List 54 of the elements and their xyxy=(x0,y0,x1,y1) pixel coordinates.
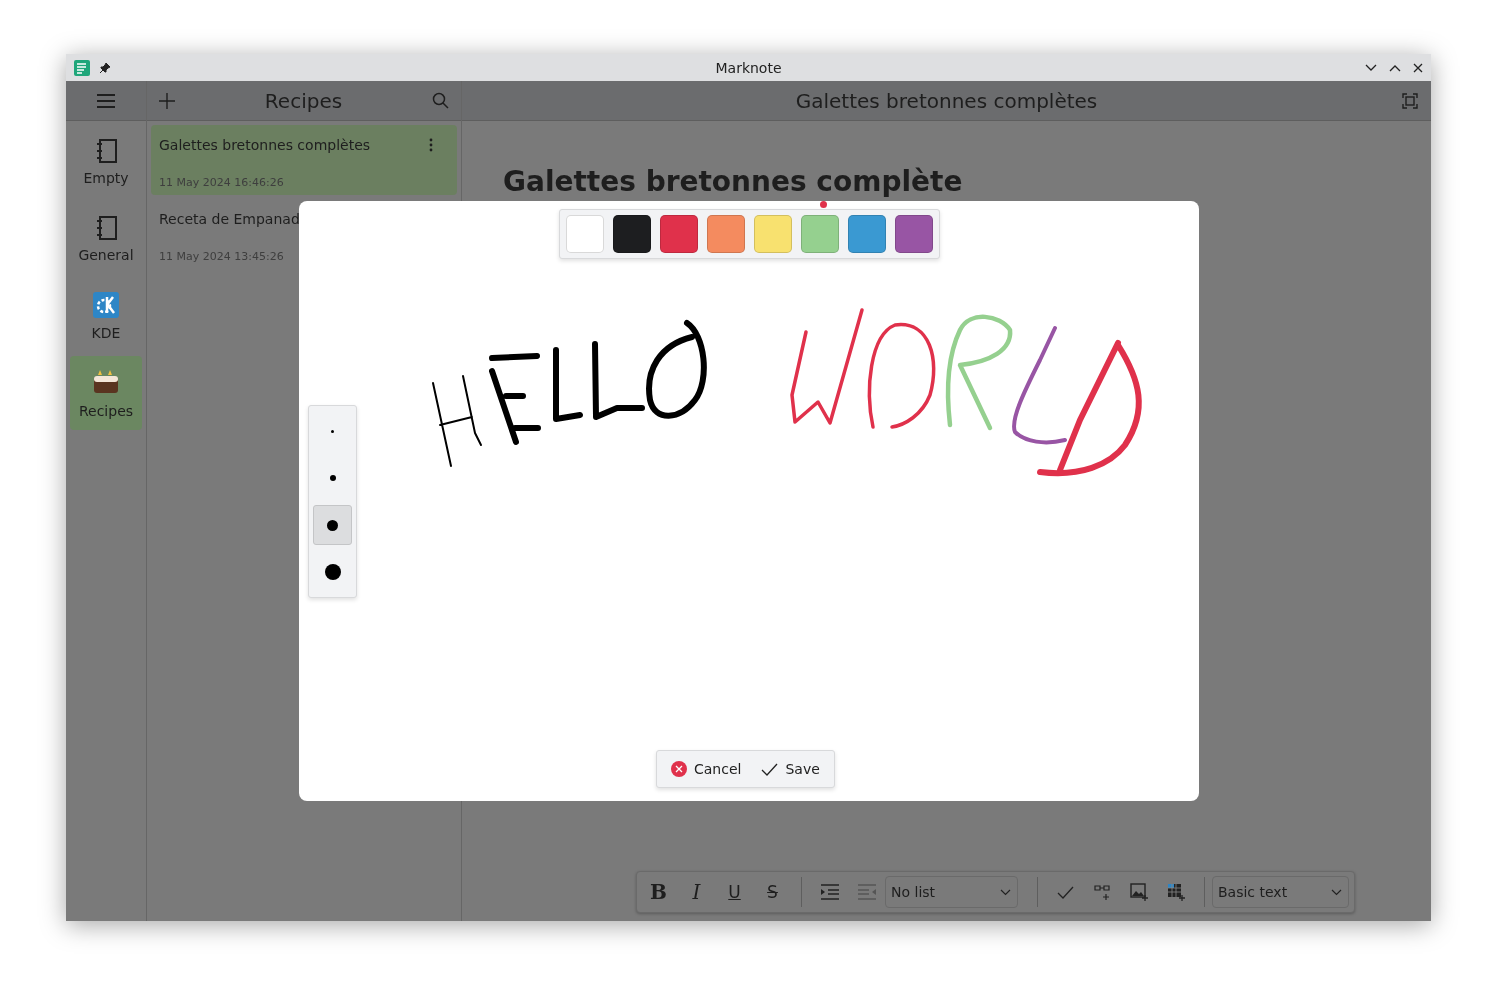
more-options-icon[interactable] xyxy=(429,138,433,152)
strike-button[interactable]: S xyxy=(763,882,782,902)
color-swatch[interactable] xyxy=(660,215,698,253)
list-style-dropdown[interactable]: No list xyxy=(885,876,1018,908)
underline-button[interactable]: U xyxy=(725,882,744,902)
menu-icon[interactable] xyxy=(97,93,115,108)
italic-button[interactable]: I xyxy=(687,880,706,904)
maximize-icon[interactable] xyxy=(1389,63,1401,72)
notebook-title: Recipes xyxy=(263,88,344,113)
checkmark-icon xyxy=(761,762,779,776)
window-title: Marknote xyxy=(715,59,782,76)
insert-link-icon[interactable] xyxy=(1093,883,1111,901)
cancel-icon xyxy=(671,761,687,777)
notebook-item[interactable]: Empty xyxy=(70,125,142,199)
notebook-item[interactable]: Recipes xyxy=(70,356,142,430)
note-title: Galettes bretonnes complètes xyxy=(159,137,371,153)
color-swatch[interactable] xyxy=(754,215,792,253)
chevron-down-icon xyxy=(1000,888,1011,896)
pen-cursor-icon xyxy=(820,201,827,208)
color-swatch[interactable] xyxy=(848,215,886,253)
bold-button[interactable]: B xyxy=(649,880,668,904)
color-swatch[interactable] xyxy=(801,215,839,253)
outdent-icon[interactable] xyxy=(858,884,876,900)
color-swatch[interactable] xyxy=(613,215,651,253)
note-date: 11 May 2024 16:46:26 xyxy=(159,176,285,189)
note-item[interactable]: Galettes bretonnes complètes 11 May 2024 16:46:26 xyxy=(151,125,457,195)
note-title: Receta de Empanad xyxy=(159,211,300,227)
search-icon[interactable] xyxy=(432,92,449,109)
save-button[interactable]: Save xyxy=(753,755,828,783)
fullscreen-icon[interactable] xyxy=(1402,92,1418,109)
chevron-down-icon xyxy=(1331,888,1342,896)
color-swatch[interactable] xyxy=(707,215,745,253)
checkmark-icon[interactable] xyxy=(1057,885,1074,899)
gear-logo-icon xyxy=(93,291,119,318)
notebook-item[interactable]: General xyxy=(70,202,142,276)
notebook-icon xyxy=(95,215,117,240)
notebook-icon xyxy=(95,138,117,163)
pen-size-option[interactable] xyxy=(313,505,352,545)
notes-app-icon xyxy=(74,59,90,76)
note-date: 11 May 2024 13:45:26 xyxy=(159,250,285,263)
insert-table-icon[interactable] xyxy=(1167,883,1185,901)
close-icon[interactable] xyxy=(1413,62,1423,73)
cancel-button[interactable]: Cancel xyxy=(663,755,750,783)
minimize-icon[interactable] xyxy=(1365,63,1377,72)
notebook-item[interactable]: KDE xyxy=(70,279,142,353)
plus-icon[interactable] xyxy=(159,92,175,109)
color-swatch[interactable] xyxy=(566,215,604,253)
insert-image-icon[interactable] xyxy=(1130,883,1148,901)
pin-icon[interactable] xyxy=(99,61,111,74)
indent-icon[interactable] xyxy=(821,884,839,900)
note-header-title: Galettes bretonnes complètes xyxy=(795,88,1098,113)
note-heading: Galettes bretonnes complète xyxy=(503,165,963,198)
color-swatch[interactable] xyxy=(895,215,933,253)
text-style-dropdown[interactable]: Basic text xyxy=(1212,876,1349,908)
